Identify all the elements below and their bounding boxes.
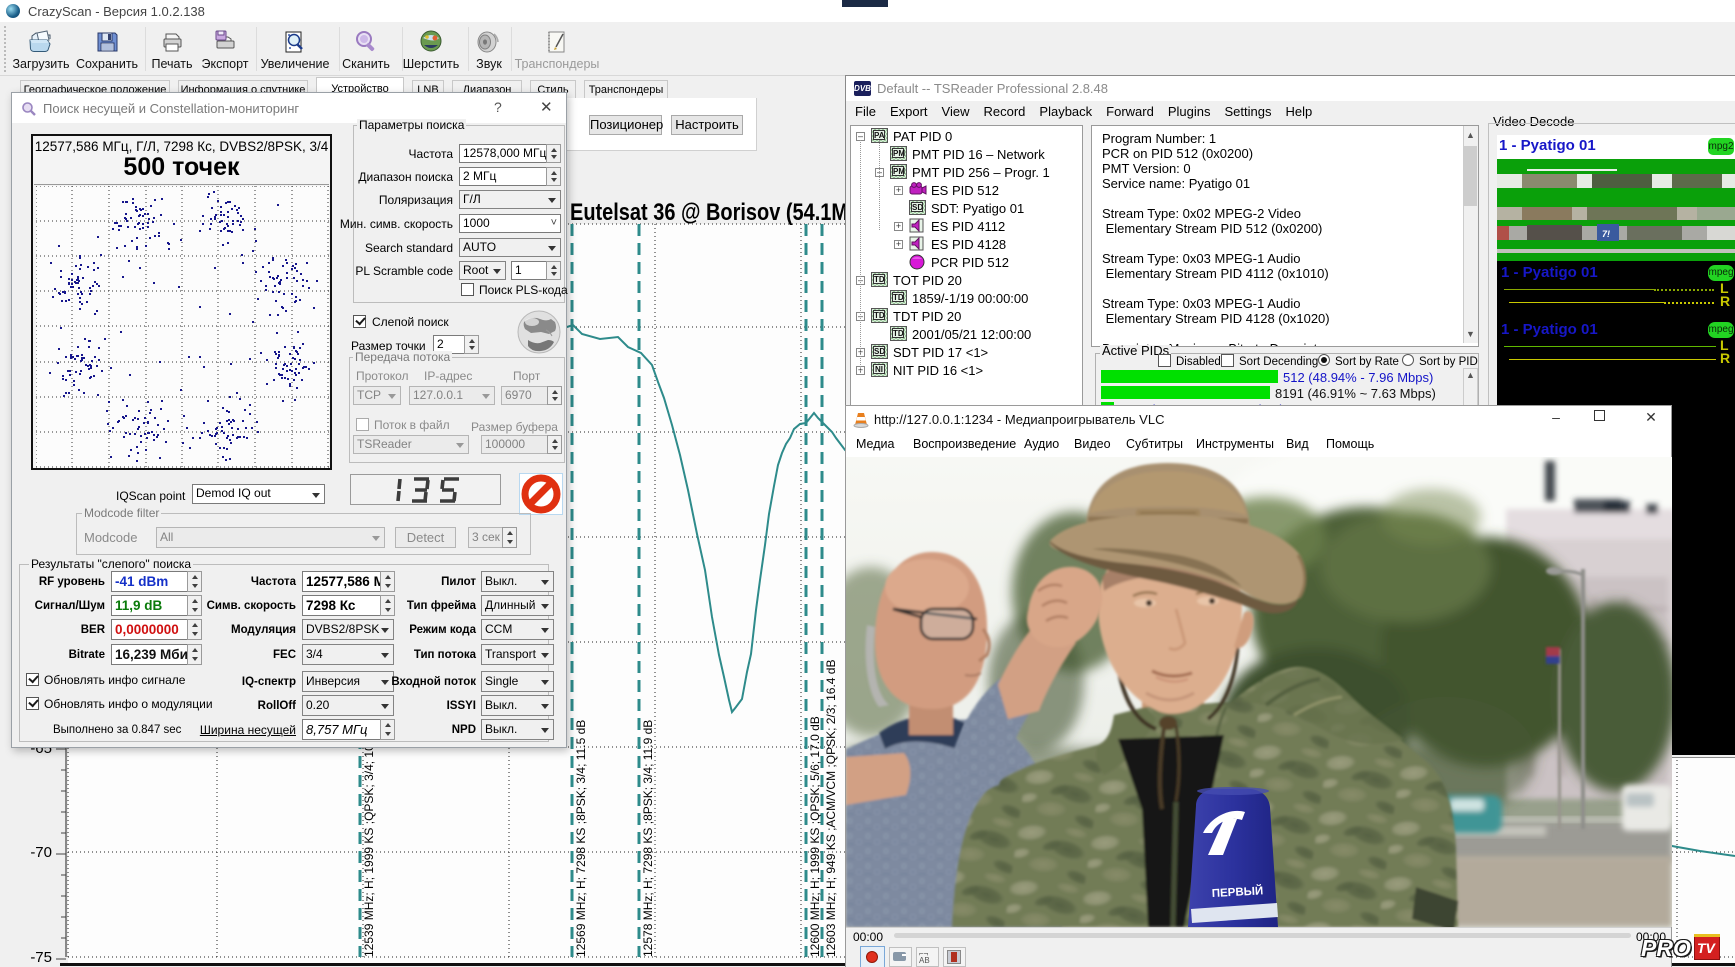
svg-text:12603 MHz; H; 949 KS ;ACM/VCM: 12603 MHz; H; 949 KS ;ACM/VCM ;QPSK; 2/3…: [824, 660, 838, 957]
svg-text:-75: -75: [30, 949, 52, 966]
svg-text:12539 MHz; H; 1999 KS ;QPSK; 3: 12539 MHz; H; 1999 KS ;QPSK; 3/4; 10.5 d…: [362, 716, 376, 957]
svg-text:ПЕРВЫЙ: ПЕРВЫЙ: [1211, 884, 1263, 900]
svg-text:12578 MHz; H; 7298 KS ;8PSK; 3: 12578 MHz; H; 7298 KS ;8PSK; 3/4; 11.9 d…: [641, 720, 655, 957]
svg-text:Eutelsat 36 @ Borisov (54.1M: Eutelsat 36 @ Borisov (54.1M: [570, 199, 848, 226]
svg-text:12569 MHz; H; 7298 KS ;8PSK; 3: 12569 MHz; H; 7298 KS ;8PSK; 3/4; 11.5 d…: [574, 720, 588, 957]
svg-text:-70: -70: [30, 844, 52, 861]
svg-text:12600 MHz; H; 1999 KS ;QPSK; 5: 12600 MHz; H; 1999 KS ;QPSK; 5/6; 17.0 d…: [808, 716, 822, 957]
svg-text:7!: 7!: [1602, 229, 1610, 239]
